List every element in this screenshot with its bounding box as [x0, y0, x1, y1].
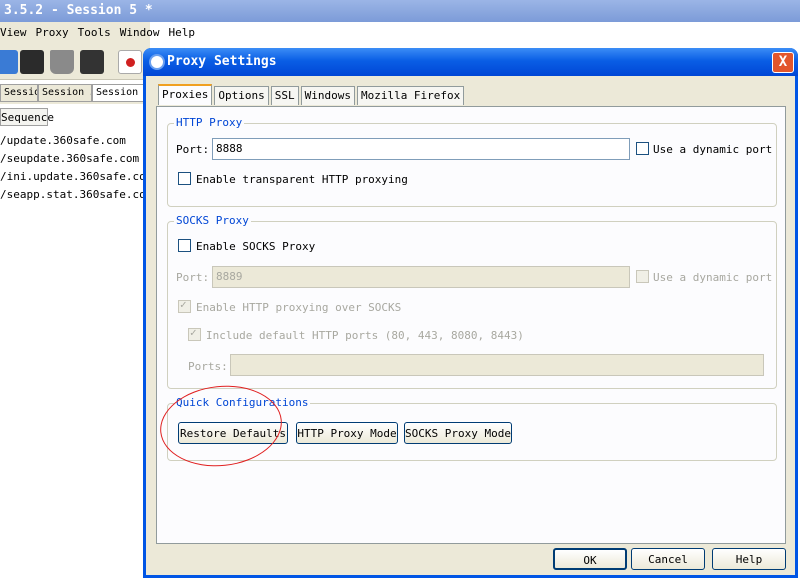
save-icon[interactable] — [20, 50, 44, 74]
cancel-button[interactable]: Cancel — [631, 548, 705, 570]
socks-dynamic-port-label: Use a dynamic port — [653, 271, 773, 284]
socks-proxy-group: SOCKS Proxy Enable SOCKS Proxy Port: 888… — [167, 214, 777, 389]
include-default-ports-label: Include default HTTP ports (80, 443, 808… — [206, 329, 524, 342]
app-toolbar — [0, 44, 150, 80]
checkmark-icon: ✓ — [190, 326, 197, 339]
proxy-settings-dialog: Proxy Settings X Proxies Options SSL Win… — [143, 48, 798, 578]
tab-mozilla-firefox[interactable]: Mozilla Firefox — [356, 86, 465, 105]
menu-view[interactable]: View — [0, 26, 27, 44]
http-proxy-group: HTTP Proxy Port: 8888 Use a dynamic port… — [167, 116, 777, 207]
record-icon[interactable] — [118, 50, 142, 74]
http-over-socks-label: Enable HTTP proxying over SOCKS — [196, 301, 402, 314]
help-button[interactable]: Help — [712, 548, 786, 570]
session-tabs: Session 2 Session 3 Session 5 — [0, 84, 150, 104]
tab-proxies[interactable]: Proxies — [158, 84, 213, 105]
socks-proxy-mode-button[interactable]: SOCKS Proxy Mode — [404, 422, 512, 444]
include-default-ports-checkbox[interactable]: ✓ — [188, 326, 201, 341]
checkmark-icon: ✓ — [180, 298, 187, 311]
session-url-list: /update.360safe.com /seupdate.360safe.co… — [0, 132, 150, 204]
list-item[interactable]: /seupdate.360safe.com — [0, 150, 150, 168]
menu-help[interactable]: Help — [169, 26, 196, 44]
binoculars-icon[interactable] — [80, 50, 104, 74]
dialog-title: Proxy Settings — [167, 54, 277, 69]
session-tab-2[interactable]: Session 2 — [0, 84, 38, 102]
enable-socks-checkbox[interactable] — [178, 239, 191, 252]
app-title: 3.5.2 - Session 5 * — [4, 3, 153, 18]
dialog-title-bar[interactable]: Proxy Settings X — [143, 48, 798, 76]
tab-options[interactable]: Options — [214, 86, 269, 105]
trash-icon[interactable] — [50, 50, 74, 74]
proxies-tab-page: HTTP Proxy Port: 8888 Use a dynamic port… — [156, 106, 786, 544]
http-port-field[interactable]: 8888 — [212, 138, 630, 160]
http-port-label: Port: — [176, 143, 210, 156]
dialog-tabs: Proxies Options SSL Windows Mozilla Fire… — [158, 84, 466, 106]
http-over-socks-checkbox[interactable]: ✓ — [178, 298, 191, 313]
list-item[interactable]: /seapp.stat.360safe.com — [0, 186, 150, 204]
new-icon[interactable] — [0, 50, 18, 74]
menu-window[interactable]: Window — [120, 26, 160, 44]
ok-button[interactable]: OK — [553, 548, 627, 570]
transparent-proxy-checkbox[interactable] — [178, 172, 191, 185]
http-proxy-legend: HTTP Proxy — [174, 116, 245, 129]
transparent-proxy-label: Enable transparent HTTP proxying — [196, 173, 408, 186]
app-menu-bar: View Proxy Tools Window Help — [0, 22, 195, 44]
list-item[interactable]: /update.360safe.com — [0, 132, 150, 150]
app-title-bar: 3.5.2 - Session 5 * — [0, 0, 800, 22]
menu-tools[interactable]: Tools — [78, 26, 111, 44]
socks-port-label: Port: — [176, 271, 210, 284]
socks-port-field[interactable]: 8889 — [212, 266, 630, 288]
enable-socks-label: Enable SOCKS Proxy — [196, 240, 316, 253]
http-proxy-mode-button[interactable]: HTTP Proxy Mode — [296, 422, 398, 444]
socks-dynamic-port-checkbox[interactable] — [636, 270, 649, 283]
http-dynamic-port-checkbox[interactable] — [636, 142, 649, 155]
session-tab-5[interactable]: Session 5 — [92, 84, 150, 102]
http-dynamic-port-label: Use a dynamic port — [653, 143, 773, 156]
tab-windows[interactable]: Windows — [300, 86, 355, 105]
menu-proxy[interactable]: Proxy — [36, 26, 69, 44]
ports-field[interactable] — [230, 354, 764, 376]
session-tab-3[interactable]: Session 3 — [38, 84, 92, 102]
list-item[interactable]: /ini.update.360safe.com — [0, 168, 150, 186]
sequence-column-header[interactable]: Sequence — [0, 108, 54, 126]
close-button[interactable]: X — [772, 52, 794, 73]
socks-proxy-legend: SOCKS Proxy — [174, 214, 251, 227]
ports-label: Ports: — [188, 360, 228, 373]
tab-ssl[interactable]: SSL — [270, 86, 299, 105]
app-logo-icon — [149, 54, 165, 70]
